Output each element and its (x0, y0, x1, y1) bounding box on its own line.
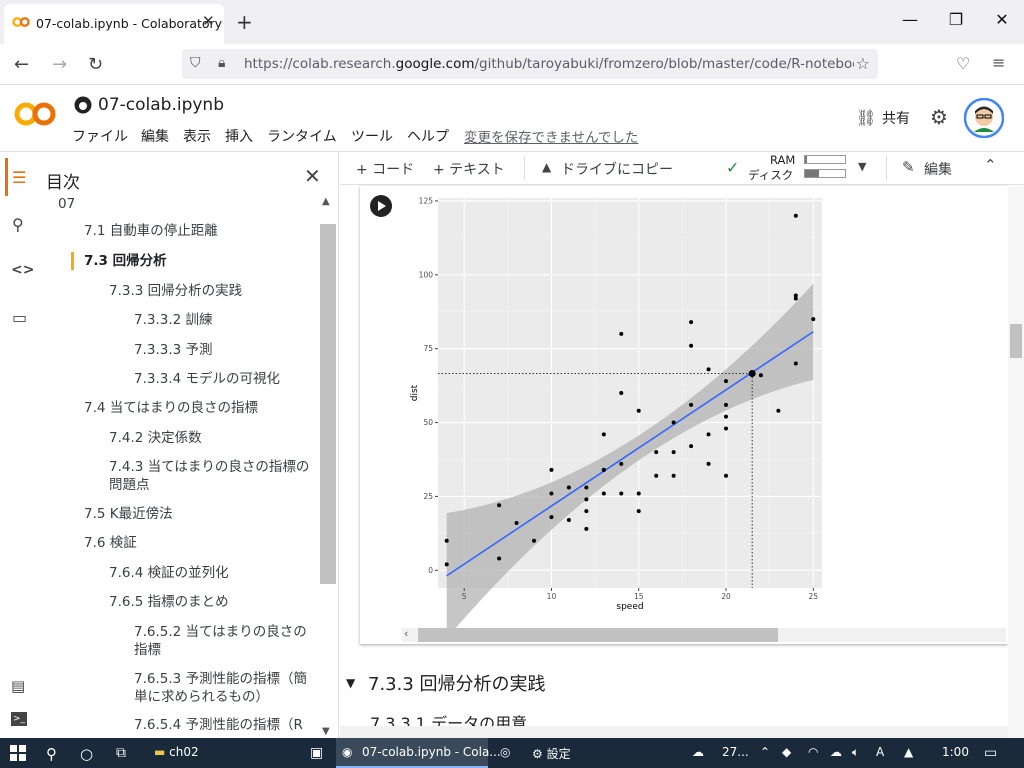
x-tick-label: 20 (721, 592, 731, 601)
data-point (566, 485, 571, 490)
data-point (811, 317, 816, 322)
y-tick-label: 25 (423, 492, 433, 501)
volume-muted-icon[interactable]: 🔈︎ (852, 745, 859, 760)
data-point (689, 444, 694, 449)
data-point (706, 367, 711, 372)
data-point (549, 491, 554, 496)
data-point (497, 556, 502, 561)
data-point (758, 373, 763, 378)
wifi-icon[interactable]: ◠ (808, 745, 818, 759)
y-tick-label: 100 (419, 270, 434, 279)
data-point (793, 213, 798, 218)
data-point (497, 503, 502, 508)
data-point (689, 343, 694, 348)
data-point (671, 450, 676, 455)
search-icon[interactable]: ⚲ (46, 745, 57, 763)
cortana-icon[interactable]: ○ (80, 745, 93, 763)
folder-icon: ▬ (154, 745, 166, 759)
data-point (601, 467, 606, 472)
data-point (584, 526, 589, 531)
y-tick-label: 75 (423, 344, 433, 353)
clock[interactable]: 1:00 (942, 745, 969, 759)
y-axis-label: dist (410, 384, 420, 401)
app-icon[interactable]: ▣ (310, 745, 323, 761)
data-point (671, 473, 676, 478)
data-point (706, 432, 711, 437)
tray-chevron-up-icon[interactable]: ⌃ (760, 745, 770, 759)
horizontal-scroll-thumb[interactable] (418, 628, 778, 642)
data-point (654, 473, 659, 478)
x-tick-label: 10 (547, 592, 557, 601)
data-point (724, 379, 728, 384)
data-point (619, 491, 624, 496)
data-point (444, 538, 449, 543)
data-point (514, 521, 519, 525)
y-tick-label: 0 (428, 566, 433, 575)
data-point (601, 432, 606, 437)
weather-icon[interactable]: ☁ (692, 745, 704, 759)
y-tick-label: 125 (419, 196, 434, 205)
data-point (549, 467, 554, 472)
data-point (776, 408, 781, 413)
taskbar-folder-label: ch02 (169, 745, 199, 759)
data-point (671, 420, 676, 425)
notifications-icon[interactable]: ▭ (984, 745, 997, 761)
data-point (689, 402, 694, 407)
taskbar-firefox-label: 07-colab.ipynb - Cola... (362, 745, 501, 759)
taskbar-folder[interactable]: ▬ ch02 (154, 745, 199, 759)
scatter-plot: 5 10 15 20 25 0 25 50 75 100 125 speed dist (410, 196, 822, 639)
gear-icon: ⚙ (532, 747, 543, 761)
x-tick-label: 5 (462, 592, 467, 601)
taskbar-settings-label: 設定 (546, 747, 571, 761)
data-point (689, 320, 694, 325)
vertical-scroll-thumb[interactable] (1010, 324, 1022, 358)
data-point (584, 485, 589, 490)
data-point (566, 518, 571, 523)
data-point (549, 515, 554, 520)
data-point (584, 497, 589, 502)
ime-mode-icon[interactable]: ▲ (904, 745, 913, 759)
dropbox-icon[interactable]: ◆ (782, 745, 791, 759)
x-tick-label: 25 (808, 592, 818, 601)
data-point (444, 562, 449, 567)
ime-icon[interactable]: A (876, 745, 884, 759)
data-point (724, 473, 728, 478)
data-point (636, 509, 641, 514)
data-point (636, 408, 641, 413)
collapse-section-icon[interactable]: ▼ (346, 676, 355, 690)
onedrive-icon[interactable]: ☁ (830, 745, 842, 759)
data-point (636, 491, 641, 496)
data-point (654, 450, 659, 455)
data-point (706, 461, 711, 466)
task-view-icon[interactable]: ⧉ (116, 745, 126, 761)
data-point (619, 461, 624, 466)
scroll-left-icon[interactable]: ‹ (404, 627, 408, 640)
data-point (584, 509, 589, 514)
weather-temp[interactable]: 27... (722, 745, 749, 759)
data-point (532, 538, 536, 543)
data-point (619, 331, 624, 336)
data-point (601, 491, 606, 496)
windows-start-icon[interactable] (10, 745, 26, 765)
data-point (793, 293, 798, 298)
data-point (724, 426, 728, 431)
data-point (724, 402, 728, 407)
chrome-icon[interactable]: ◎ (500, 745, 510, 759)
horizontal-scrollbar[interactable]: ‹ (402, 627, 1006, 642)
data-point (724, 414, 728, 419)
data-point (619, 391, 624, 395)
firefox-icon: ◉ (342, 745, 353, 759)
notebook-hscrollbar[interactable] (340, 726, 1008, 738)
x-axis-label: speed (616, 602, 643, 612)
taskbar-settings[interactable]: ⚙ 設定 (532, 745, 571, 762)
x-tick-label: 15 (634, 592, 644, 601)
highlight-point (748, 370, 756, 377)
notebook-vscrollbar[interactable] (1008, 186, 1024, 738)
confidence-band (446, 283, 814, 639)
section-heading: 7.3.3 回帰分析の実践 (368, 674, 546, 695)
regression-line (446, 331, 814, 577)
data-point (793, 361, 798, 366)
y-tick-label: 50 (423, 418, 433, 427)
